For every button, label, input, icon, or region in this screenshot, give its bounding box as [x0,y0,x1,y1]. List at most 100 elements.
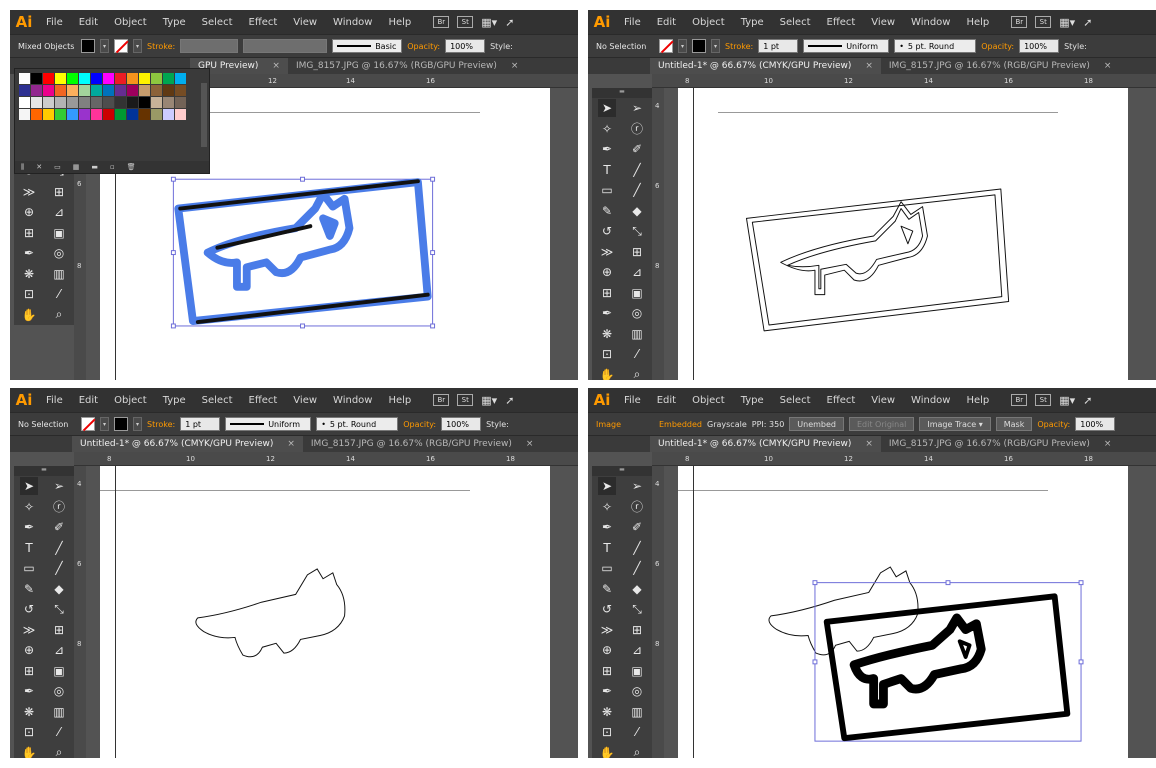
paintbrush-icon[interactable]: ╱ [50,559,68,577]
opacity-label[interactable]: Opacity: [407,42,440,51]
menu-edit[interactable]: Edit [649,17,684,28]
stroke-label[interactable]: Stroke: [147,420,175,429]
bridge-icon[interactable]: Br [1011,394,1028,406]
artboard-icon[interactable]: ⊡ [20,285,38,303]
rocket-icon[interactable]: ➚ [505,16,514,29]
folder-icon[interactable]: ▭ [54,163,61,171]
slice-icon[interactable]: ⁄ [628,345,646,363]
color-swatch[interactable] [139,73,150,84]
stock-icon[interactable]: St [1035,394,1052,406]
color-swatch[interactable] [175,85,186,96]
menu-window[interactable]: Window [903,395,958,406]
color-swatch[interactable] [139,97,150,108]
fill-swatch[interactable] [81,417,95,431]
opacity-label[interactable]: Opacity: [403,420,436,429]
selection-tool-icon[interactable]: ➤ [598,477,616,496]
swatches-flyout[interactable]: ⫼ ✕ ▭ ▦ ▬ ▫ 🗑 [14,68,210,174]
direct-selection-tool-icon[interactable]: ➢ [628,477,646,495]
artboard-icon[interactable]: ⊡ [598,345,616,363]
close-icon[interactable]: × [865,61,873,71]
color-swatch[interactable] [19,85,30,96]
free-transform-icon[interactable]: ⊞ [628,621,646,639]
brush-profile[interactable]: Basic [332,39,403,53]
opacity-field[interactable]: 100% [445,39,486,53]
graph-icon[interactable]: ▥ [50,265,68,283]
mask-button[interactable]: Mask [995,417,1033,431]
color-swatch[interactable] [79,85,90,96]
color-swatch[interactable] [79,97,90,108]
stock-icon[interactable]: St [457,394,474,406]
eraser-icon[interactable]: ◆ [50,580,68,598]
swatch-grid[interactable] [19,73,186,120]
workspace-layout-icon[interactable]: ▦▾ [481,16,497,29]
close-icon[interactable]: × [1104,439,1112,449]
menu-effect[interactable]: Effect [819,17,864,28]
width-tool-icon[interactable]: ≫ [598,621,616,639]
symbol-sprayer-icon[interactable]: ❋ [598,703,616,721]
close-icon[interactable]: × [511,61,519,71]
tools-grip[interactable]: ▬ [14,466,74,476]
color-swatch[interactable] [163,109,174,120]
curvature-tool-icon[interactable]: ✐ [50,518,68,536]
scale-icon[interactable]: ⤡ [628,600,646,618]
type-tool-icon[interactable]: T [20,539,38,557]
blend-icon[interactable]: ◎ [628,682,646,700]
color-swatch[interactable] [67,109,78,120]
line-tool-icon[interactable]: ╱ [628,539,646,557]
selection-tool-icon[interactable]: ➤ [598,99,616,118]
color-swatch[interactable] [67,85,78,96]
color-swatch[interactable] [91,97,102,108]
width-tool-icon[interactable]: ≫ [20,183,38,201]
workspace-layout-icon[interactable]: ▦▾ [1059,394,1075,407]
color-swatch[interactable] [175,73,186,84]
free-transform-icon[interactable]: ⊞ [50,183,68,201]
eyedropper-icon[interactable]: ✒ [598,304,616,322]
stroke-dropdown[interactable]: ▾ [133,417,142,431]
shape-builder-icon[interactable]: ⊕ [20,641,38,659]
color-swatch[interactable] [43,85,54,96]
eyedropper-icon[interactable]: ✒ [598,682,616,700]
menu-help[interactable]: Help [380,17,419,28]
menu-view[interactable]: View [285,17,325,28]
menu-file[interactable]: File [616,17,649,28]
eraser-icon[interactable]: ◆ [628,202,646,220]
mesh-icon[interactable]: ⊞ [598,284,616,302]
menu-file[interactable]: File [616,395,649,406]
color-swatch[interactable] [55,85,66,96]
color-swatch[interactable] [151,85,162,96]
color-swatch[interactable] [139,109,150,120]
menu-object[interactable]: Object [106,17,155,28]
color-swatch[interactable] [55,109,66,120]
color-swatch[interactable] [31,85,42,96]
color-swatch[interactable] [43,97,54,108]
menu-help[interactable]: Help [958,395,997,406]
opacity-label[interactable]: Opacity: [981,42,1014,51]
zoom-icon[interactable]: ⌕ [50,306,68,324]
color-swatch[interactable] [115,97,126,108]
opacity-field[interactable]: 100% [1075,417,1116,431]
selection-tool-icon[interactable]: ➤ [20,477,38,496]
graph-icon[interactable]: ▥ [628,703,646,721]
tab-img[interactable]: IMG_8157.JPG @ 16.67% (RGB/GPU Preview) × [881,436,1120,452]
menu-type[interactable]: Type [733,395,772,406]
bridge-icon[interactable]: Br [433,16,450,28]
menu-object[interactable]: Object [684,17,733,28]
style-label[interactable]: Style: [486,420,509,429]
new-group-icon[interactable]: ▬ [91,163,98,171]
color-swatch[interactable] [79,109,90,120]
color-swatch[interactable] [91,73,102,84]
perspective-icon[interactable]: ⊿ [628,641,646,659]
magic-wand-icon[interactable]: ✧ [598,498,616,516]
zoom-icon[interactable]: ⌕ [628,744,646,758]
variable-width-profile[interactable]: Uniform [803,39,890,53]
rotate-icon[interactable]: ↺ [20,600,38,618]
pencil-icon[interactable]: ✎ [20,580,38,598]
eyedropper-icon[interactable]: ✒ [20,682,38,700]
menu-view[interactable]: View [285,395,325,406]
brush-definition[interactable]: • 5 pt. Round [316,417,399,431]
curvature-tool-icon[interactable]: ✐ [628,140,646,158]
style-label[interactable]: Style: [490,42,513,51]
rectangle-tool-icon[interactable]: ▭ [598,559,616,577]
gradient-icon[interactable]: ▣ [628,662,646,680]
color-swatch[interactable] [31,97,42,108]
